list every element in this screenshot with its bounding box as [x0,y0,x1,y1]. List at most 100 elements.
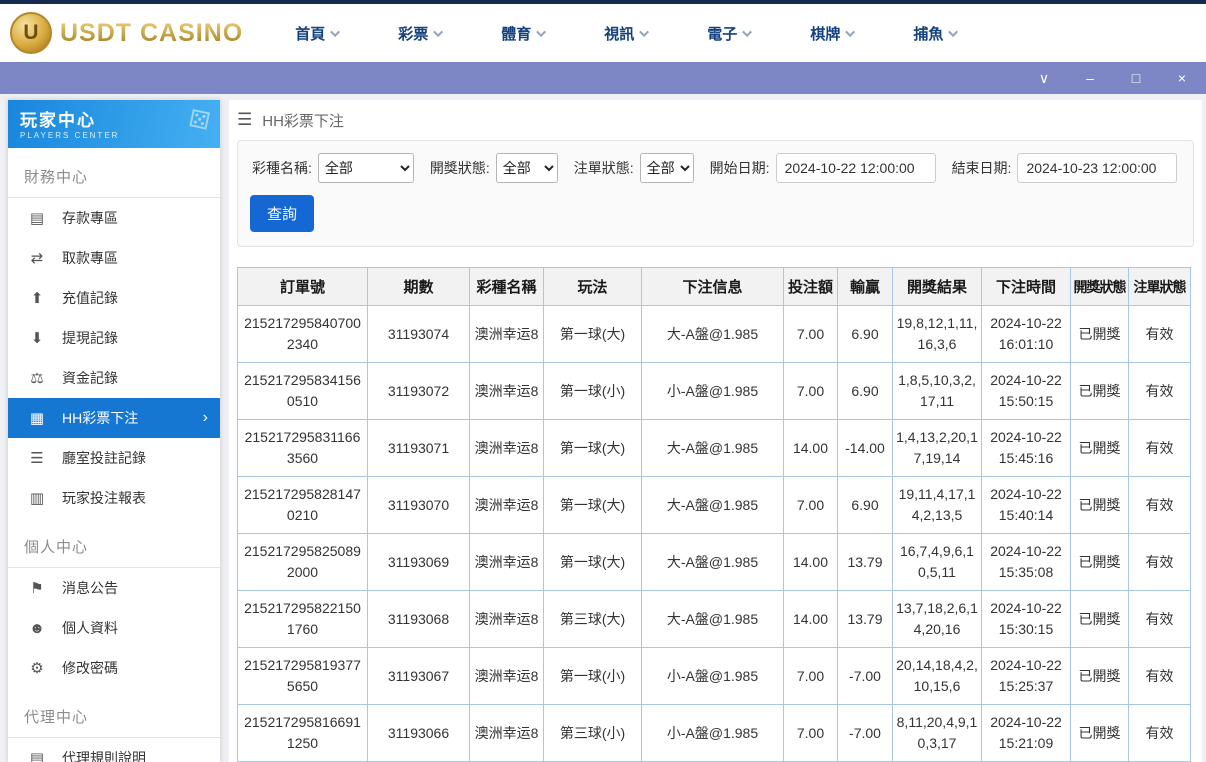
cell-win_loss: 6.90 [838,306,893,363]
cell-order_no: 2152172958311663560 [238,420,368,477]
cell-play: 第一球(大) [544,534,642,591]
cell-bet_time: 2024-10-22 15:30:15 [982,591,1071,648]
start-date-input[interactable] [776,153,936,183]
sidebar-item-profile[interactable]: ☻個人資料 [8,608,220,648]
chevron-down-icon [742,27,752,37]
logo[interactable]: U USDT CASINO [10,12,243,54]
sidebar-subtitle: PLAYERS CENTER [20,131,208,140]
nav-item-fishing[interactable]: 捕魚 [913,23,958,44]
draw-status-select[interactable]: 全部 [496,153,558,183]
sidebar-item-deposit[interactable]: ▤存款專區 [8,198,220,238]
withdrawal-record-icon: ⬇ [28,329,46,347]
withdraw-icon: ⇄ [28,249,46,267]
sidebar-item-hall-bet-record[interactable]: ☰廳室投註記錄 [8,438,220,478]
cell-bet_amount: 14.00 [784,591,838,648]
cell-bet_info: 小-A盤@1.985 [642,648,784,705]
chevron-down-icon [845,27,855,37]
nav-item-sports[interactable]: 體育 [501,23,546,44]
main-content: ☰ HH彩票下注 彩種名稱: 全部 開獎狀態: 全部 注單狀態: 全部 開始日期… [229,100,1202,762]
cell-lottery: 澳洲幸运8 [470,648,544,705]
sidebar-item-recharge-record[interactable]: ⬆充值記錄 [8,278,220,318]
cell-play: 第一球(小) [544,363,642,420]
column-header-bet_time: 下注時間 [982,268,1071,306]
cell-lottery: 澳洲幸运8 [470,306,544,363]
cell-order_status: 有效 [1129,306,1191,363]
cell-lottery: 澳洲幸运8 [470,591,544,648]
cell-bet_time: 2024-10-22 15:45:16 [982,420,1071,477]
nav-item-label: 捕魚 [913,23,943,44]
sidebar-item-player-bet-report[interactable]: ▥玩家投注報表 [8,478,220,518]
cell-order_no: 2152172958193775650 [238,648,368,705]
cell-bet_time: 2024-10-22 15:50:15 [982,363,1071,420]
cell-lottery: 澳洲幸运8 [470,363,544,420]
page-title: HH彩票下注 [262,110,344,131]
sidebar-item-announcements[interactable]: ⚑消息公告 [8,568,220,608]
column-header-draw_status: 開獎狀態 [1071,268,1129,306]
cell-win_loss: -7.00 [838,705,893,762]
search-button[interactable]: 查詢 [250,195,314,232]
cell-lottery: 澳洲幸运8 [470,705,544,762]
nav-item-video[interactable]: 視訊 [604,23,649,44]
minimize-icon[interactable]: – [1082,71,1098,85]
nav-item-home[interactable]: 首頁 [295,23,340,44]
main-nav: 首頁 彩票 體育 視訊 電子 棋牌 捕魚 [295,23,958,44]
chevron-down-icon[interactable]: ∨ [1036,71,1052,85]
column-header-play: 玩法 [544,268,642,306]
sidebar-item-label: 資金記錄 [62,368,118,388]
cell-bet_amount: 7.00 [784,306,838,363]
hall-bet-record-icon: ☰ [28,449,46,467]
sidebar-section-title: 財務中心 [8,160,220,198]
nav-item-chess[interactable]: 棋牌 [810,23,855,44]
cell-bet_info: 大-A盤@1.985 [642,420,784,477]
bet-records-table: 訂單號期數彩種名稱玩法下注信息投注額輸贏開獎結果下注時間開獎狀態注單狀態 215… [237,267,1191,762]
nav-item-lottery[interactable]: 彩票 [398,23,443,44]
order-status-select[interactable]: 全部 [640,153,694,183]
nav-item-electronic[interactable]: 電子 [707,23,752,44]
window-titlebar: ∨ – □ × [0,62,1206,94]
cell-draw_result: 1,8,5,10,3,2,17,11 [893,363,982,420]
cell-bet_info: 大-A盤@1.985 [642,306,784,363]
table-row: 215217295828147021031193070澳洲幸运8第一球(大)大-… [238,477,1191,534]
chevron-down-icon [536,27,546,37]
close-icon[interactable]: × [1174,71,1190,85]
nav-item-label: 視訊 [604,23,634,44]
logo-text: USDT CASINO [60,19,243,48]
end-date-input[interactable] [1017,153,1177,183]
cell-order_no: 2152172958221501760 [238,591,368,648]
sidebar-header: 玩家中心 PLAYERS CENTER ⚄ [8,100,220,148]
sidebar-item-label: HH彩票下注 [62,408,138,428]
lottery-name-select[interactable]: 全部 [318,153,414,183]
cell-order_status: 有效 [1129,363,1191,420]
sidebar-item-withdraw[interactable]: ⇄取款專區 [8,238,220,278]
cell-draw_result: 19,11,4,17,14,2,13,5 [893,477,982,534]
cell-play: 第一球(大) [544,477,642,534]
sidebar-item-agent-rules[interactable]: ▤代理規則說明 [8,738,220,762]
bet-report-icon: ▥ [28,489,46,507]
sidebar-item-funds-record[interactable]: ⚖資金記錄 [8,358,220,398]
cell-period: 31193068 [368,591,470,648]
table-row: 215217295819377565031193067澳洲幸运8第一球(小)小-… [238,648,1191,705]
maximize-icon[interactable]: □ [1128,71,1144,85]
recharge-record-icon: ⬆ [28,289,46,307]
cell-period: 31193067 [368,648,470,705]
cell-bet_info: 大-A盤@1.985 [642,534,784,591]
column-header-order_no: 訂單號 [238,268,368,306]
lottery-name-label: 彩種名稱: [252,158,312,178]
cell-win_loss: 13.79 [838,534,893,591]
cell-draw_result: 19,8,12,1,11,16,3,6 [893,306,982,363]
cell-order_status: 有效 [1129,591,1191,648]
coin-logo-icon: U [10,12,52,54]
chevron-down-icon [330,27,340,37]
cell-period: 31193072 [368,363,470,420]
cell-play: 第一球(大) [544,420,642,477]
sidebar-item-label: 修改密碼 [62,658,118,678]
sidebar-item-change-password[interactable]: ⚙修改密碼 [8,648,220,688]
sidebar-item-hh-lottery-bet[interactable]: ▦HH彩票下注› [8,398,220,438]
table-body: 215217295840700234031193074澳洲幸运8第一球(大)大-… [238,306,1191,762]
sidebar-item-withdrawal-record[interactable]: ⬇提現記錄 [8,318,220,358]
cell-draw_status: 已開獎 [1071,420,1129,477]
lottery-bet-icon: ▦ [28,409,46,427]
hamburger-menu-icon[interactable]: ☰ [237,110,252,130]
cell-win_loss: 13.79 [838,591,893,648]
filter-row: 彩種名稱: 全部 開獎狀態: 全部 注單狀態: 全部 開始日期: 結束日期: [250,153,1181,183]
